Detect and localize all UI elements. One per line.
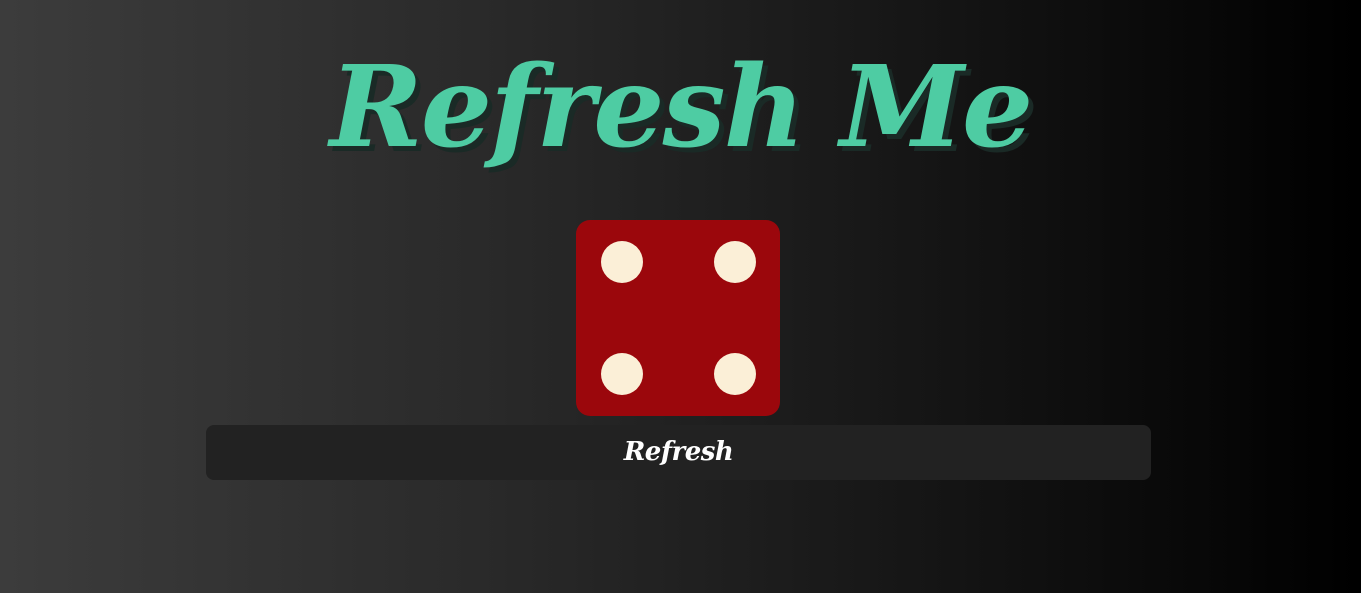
- dice-pip: [714, 353, 756, 395]
- page-title: Refresh Me: [329, 42, 1034, 173]
- dice-pip: [601, 353, 643, 395]
- refresh-button[interactable]: Refresh: [206, 425, 1151, 480]
- dice-pip: [601, 241, 643, 283]
- dice-pip: [714, 241, 756, 283]
- dice-face-four: [576, 220, 780, 416]
